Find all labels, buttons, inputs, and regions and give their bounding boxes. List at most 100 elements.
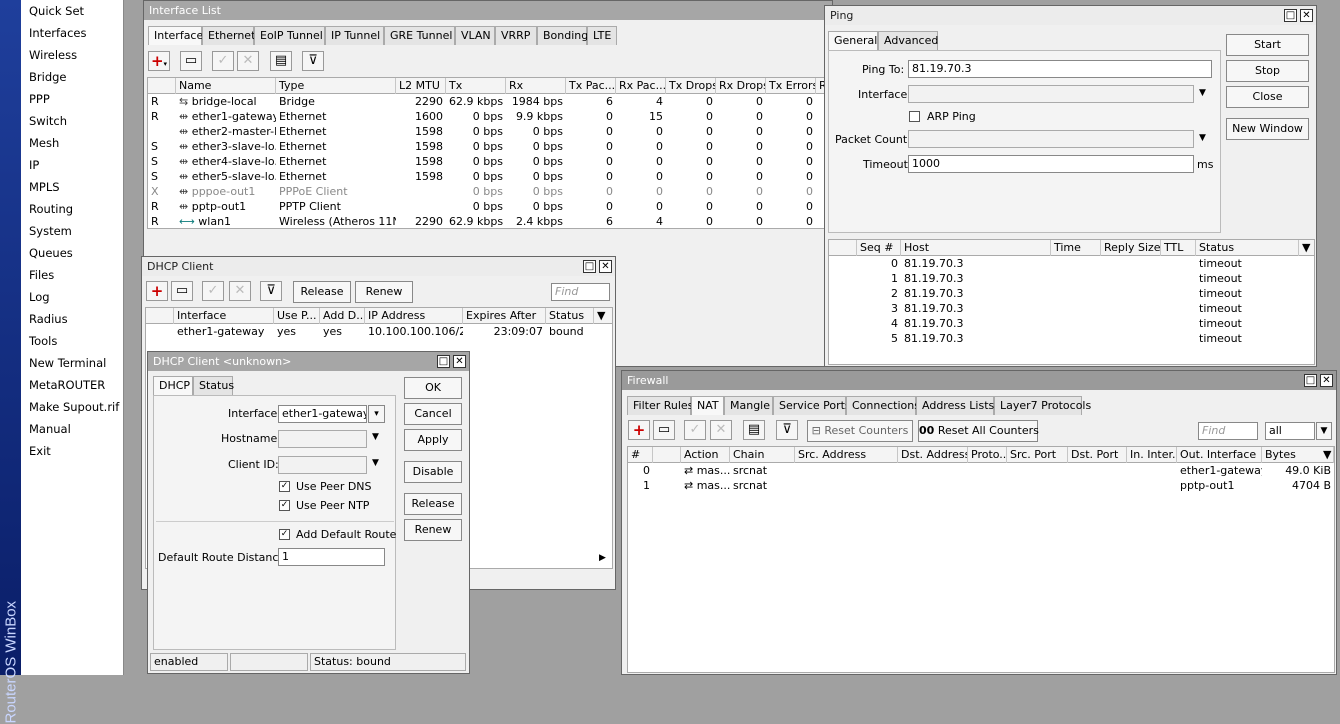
dhcp-disable-button[interactable]: ✕ bbox=[229, 281, 251, 301]
iface-col-header[interactable]: Name bbox=[176, 78, 276, 94]
fw-col-header[interactable]: Dst. Address bbox=[898, 447, 968, 463]
tab-fw-layer7-protocols[interactable]: Layer7 Protocols bbox=[994, 396, 1091, 415]
menu-item-bridge[interactable]: Bridge bbox=[21, 66, 123, 88]
fw-column-menu-icon[interactable]: ▼ bbox=[1320, 447, 1334, 463]
tab-dlg-status[interactable]: Status bbox=[193, 376, 234, 395]
menu-item-mesh[interactable]: Mesh bbox=[21, 132, 123, 154]
menu-item-routing[interactable]: Routing bbox=[21, 198, 123, 220]
ping-column-menu-icon[interactable]: ▼ bbox=[1299, 240, 1314, 256]
iface-col-header[interactable]: Tx bbox=[446, 78, 506, 94]
packet-count-dropdown-icon[interactable]: ▼ bbox=[1199, 133, 1206, 143]
dhcp-enable-button[interactable]: ✓ bbox=[202, 281, 224, 301]
disable-button[interactable]: ✕ bbox=[237, 51, 259, 71]
firewall-maximize-icon[interactable]: □ bbox=[1304, 374, 1317, 387]
ping-col-header[interactable]: Seq # bbox=[857, 240, 901, 256]
ping-maximize-icon[interactable]: □ bbox=[1284, 9, 1297, 22]
menu-item-new-terminal[interactable]: New Terminal bbox=[21, 352, 123, 374]
ping-start-button[interactable]: Start bbox=[1226, 34, 1309, 56]
fw-col-header[interactable]: Chain bbox=[730, 447, 795, 463]
column-menu-icon[interactable]: ▼ bbox=[594, 308, 612, 324]
interface-dropdown-icon[interactable]: ▾ bbox=[368, 405, 385, 423]
iface-row[interactable]: ⇹ ether2-master-l...Ethernet 1598 0 bps 0 b… bbox=[148, 124, 830, 139]
tab-iface-lte[interactable]: LTE bbox=[587, 26, 617, 45]
iface-col-header[interactable]: Tx Pac... bbox=[566, 78, 616, 94]
iface-col-header[interactable]: Tx Errors bbox=[766, 78, 816, 94]
dhcp-col-header[interactable]: Use P... bbox=[274, 308, 320, 324]
tab-iface-eoip-tunnel[interactable]: EoIP Tunnel bbox=[254, 26, 325, 45]
tab-iface-interface[interactable]: Interface bbox=[148, 26, 203, 45]
menu-item-system[interactable]: System bbox=[21, 220, 123, 242]
firewall-close-icon[interactable]: ✕ bbox=[1320, 374, 1333, 387]
ping-interface-dropdown-icon[interactable]: ▼ bbox=[1199, 88, 1206, 98]
packet-count-input[interactable] bbox=[908, 130, 1194, 148]
dialog-close-icon[interactable]: ✕ bbox=[453, 355, 466, 368]
dhcp-col-header[interactable]: Interface bbox=[174, 308, 274, 324]
close-icon[interactable]: ✕ bbox=[599, 260, 612, 273]
interface-select[interactable]: ether1-gateway bbox=[278, 405, 367, 423]
menu-item-queues[interactable]: Queues bbox=[21, 242, 123, 264]
fw-col-header[interactable]: Src. Port bbox=[1007, 447, 1068, 463]
ping-row[interactable]: 3 81.19.70.3 timeout bbox=[829, 301, 1314, 316]
tab-iface-bonding[interactable]: Bonding bbox=[537, 26, 588, 45]
default-route-distance-input[interactable]: 1 bbox=[278, 548, 385, 566]
hostname-input[interactable] bbox=[278, 430, 367, 448]
apply-button[interactable]: Apply bbox=[404, 429, 462, 451]
fw-col-header[interactable]: Action bbox=[681, 447, 730, 463]
iface-row[interactable]: X ⇹ pppoe-out1 PPPoE Client 0 bps 0 bps 0 0 0 0 0 bbox=[148, 184, 830, 199]
maximize-icon[interactable]: □ bbox=[583, 260, 596, 273]
tab-iface-vlan[interactable]: VLAN bbox=[455, 26, 495, 45]
ping-to-input[interactable]: 81.19.70.3 bbox=[908, 60, 1212, 78]
iface-col-header[interactable]: Tx Drops bbox=[666, 78, 716, 94]
iface-col-header[interactable]: Type bbox=[276, 78, 396, 94]
ping-row[interactable]: 4 81.19.70.3 timeout bbox=[829, 316, 1314, 331]
menu-item-radius[interactable]: Radius bbox=[21, 308, 123, 330]
ping-close-icon[interactable]: ✕ bbox=[1300, 9, 1313, 22]
dhcp-col-header[interactable]: Status bbox=[546, 308, 594, 324]
menu-item-quick-set[interactable]: Quick Set bbox=[21, 0, 123, 22]
ok-button[interactable]: OK bbox=[404, 377, 462, 399]
ping-col-header[interactable]: Reply Size bbox=[1101, 240, 1161, 256]
tab-iface-ethernet[interactable]: Ethernet bbox=[202, 26, 255, 45]
iface-row[interactable]: S ⇹ ether5-slave-lo... Ethernet 1598 0 bps 0 … bbox=[148, 169, 830, 184]
dhcp-remove-button[interactable]: ▭ bbox=[171, 281, 193, 301]
disable-button[interactable]: Disable bbox=[404, 461, 462, 483]
fw-col-header[interactable]: In. Inter... bbox=[1127, 447, 1177, 463]
fw-col-header[interactable]: Src. Address bbox=[795, 447, 898, 463]
iface-col-header[interactable]: Rx bbox=[506, 78, 566, 94]
dhcp-col-header[interactable]: Add D... bbox=[320, 308, 365, 324]
iface-col-header[interactable]: L2 MTU bbox=[396, 78, 446, 94]
fw-find-input[interactable]: Find bbox=[1198, 422, 1258, 440]
dhcp-filter-icon[interactable]: ⊽ bbox=[260, 281, 282, 301]
dialog-maximize-icon[interactable]: □ bbox=[437, 355, 450, 368]
ping-col-header[interactable]: Status bbox=[1196, 240, 1299, 256]
tab-dlg-dhcp[interactable]: DHCP bbox=[153, 376, 193, 395]
iface-row[interactable]: R ⇆ bridge-local Bridge 2290 62.9 kbps 1984 b… bbox=[148, 94, 830, 109]
ping-col-header[interactable]: TTL bbox=[1161, 240, 1196, 256]
menu-item-tools[interactable]: Tools bbox=[21, 330, 123, 352]
enable-button[interactable]: ✓ bbox=[212, 51, 234, 71]
use-peer-dns-checkbox[interactable]: ✓ bbox=[279, 481, 290, 492]
ping-col-header[interactable]: Host bbox=[901, 240, 1051, 256]
tab-fw-filter-rules[interactable]: Filter Rules bbox=[627, 396, 693, 415]
menu-item-ppp[interactable]: PPP bbox=[21, 88, 123, 110]
iface-row[interactable]: R ⇹ pptp-out1 PPTP Client 0 bps 0 bps 0 0 0 0 0 bbox=[148, 199, 830, 214]
tab-fw-connections[interactable]: Connections bbox=[846, 396, 920, 415]
menu-item-ip[interactable]: IP bbox=[21, 154, 123, 176]
release-button[interactable]: Release bbox=[404, 493, 462, 515]
ping-row[interactable]: 1 81.19.70.3 timeout bbox=[829, 271, 1314, 286]
tab-fw-nat[interactable]: NAT bbox=[691, 396, 724, 415]
use-peer-ntp-checkbox[interactable]: ✓ bbox=[279, 500, 290, 511]
iface-row[interactable]: S ⇹ ether4-slave-lo... Ethernet 1598 0 bps 0 … bbox=[148, 154, 830, 169]
fw-filter-dropdown-icon[interactable]: ▼ bbox=[1316, 422, 1332, 440]
menu-item-files[interactable]: Files bbox=[21, 264, 123, 286]
tab-ping-general[interactable]: General bbox=[828, 31, 878, 50]
menu-item-exit[interactable]: Exit bbox=[21, 440, 123, 462]
tab-ping-advanced[interactable]: Advanced bbox=[878, 31, 938, 50]
scroll-right-icon[interactable]: ▶ bbox=[599, 553, 606, 563]
tab-fw-service-ports[interactable]: Service Ports bbox=[773, 396, 851, 415]
menu-item-interfaces[interactable]: Interfaces bbox=[21, 22, 123, 44]
menu-item-mpls[interactable]: MPLS bbox=[21, 176, 123, 198]
ping-row[interactable]: 0 81.19.70.3 timeout bbox=[829, 256, 1314, 271]
menu-item-manual[interactable]: Manual bbox=[21, 418, 123, 440]
iface-col-header[interactable]: Rx Pac... bbox=[616, 78, 666, 94]
